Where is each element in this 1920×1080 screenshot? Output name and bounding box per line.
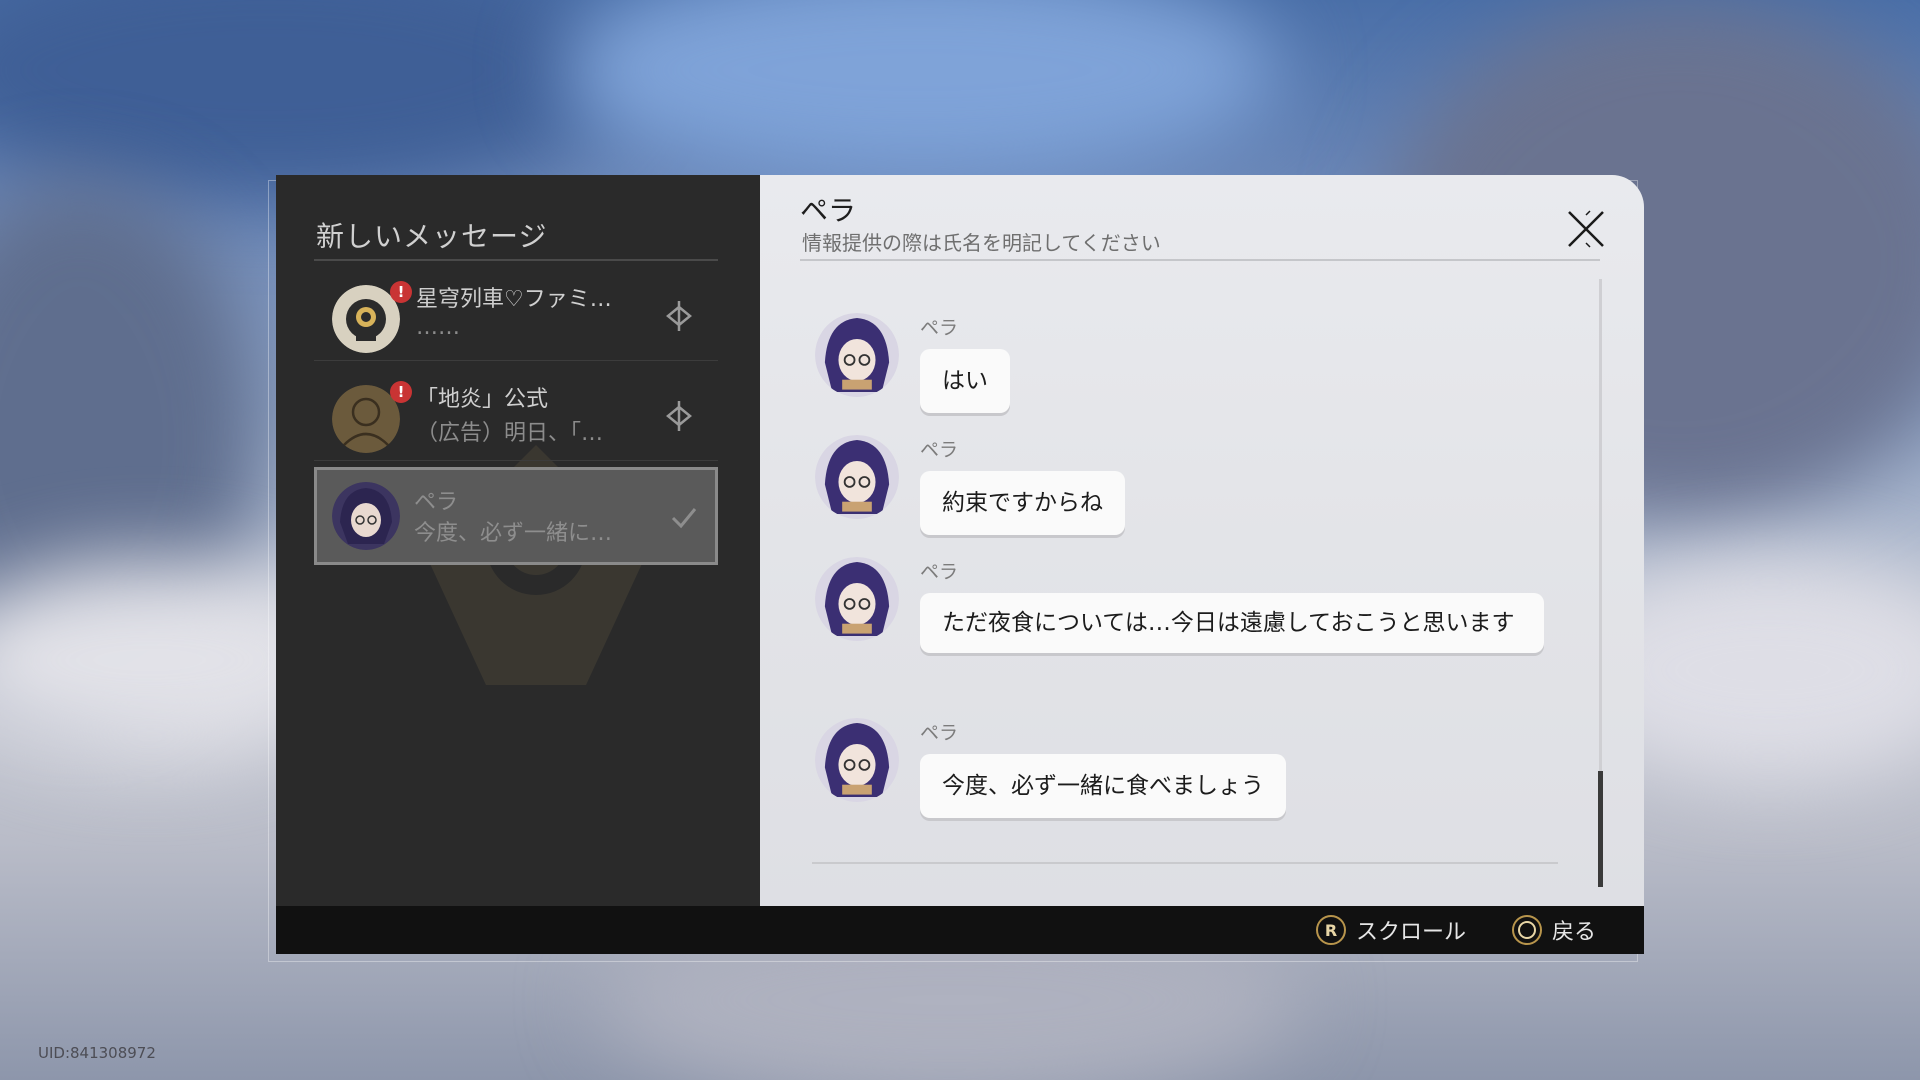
sender-name: ペラ (920, 439, 959, 461)
contact-name: 星穹列車♡ファミ… (416, 287, 612, 312)
scrollbar-thumb[interactable] (1598, 771, 1603, 887)
sender-name: ペラ (920, 722, 959, 744)
divider (314, 259, 718, 261)
pending-icon (666, 301, 692, 331)
sender-avatar (815, 313, 899, 397)
sender-name: ペラ (920, 317, 959, 339)
unread-badge: ! (390, 381, 412, 403)
sender-avatar (815, 557, 899, 641)
divider (800, 259, 1600, 261)
character-portrait-icon (815, 718, 899, 802)
scroll-label: スクロール (1356, 920, 1467, 945)
character-portrait-icon (815, 557, 899, 641)
character-portrait-icon (815, 435, 899, 519)
pending-icon (666, 401, 692, 431)
contact-name: ペラ (414, 490, 459, 515)
sender-avatar (815, 718, 899, 802)
sidebar-title: 新しいメッセージ (316, 220, 548, 253)
check-icon (671, 508, 697, 529)
divider (812, 862, 1558, 864)
back-button[interactable]: 戻る (1512, 912, 1596, 948)
contact-preview: （広告）明日、「… (416, 421, 604, 446)
contact-item[interactable]: ! 「地炎」公式 （広告）明日、「… (314, 365, 718, 461)
close-icon[interactable] (1566, 209, 1606, 249)
contact-sidebar: 新しいメッセージ ! 星穹列車♡ファミ… …… ! 「地炎」公式 （広告）明日、… (276, 175, 760, 906)
message-bubble: ただ夜食については…今日は遠慮しておこうと思います (920, 593, 1544, 653)
avatar (332, 482, 400, 550)
contact-name: 「地炎」公式 (416, 387, 549, 412)
unread-badge: ! (390, 281, 412, 303)
controls-footer: R スクロール 戻る (276, 906, 1644, 954)
sender-avatar (815, 435, 899, 519)
uid-label: UID:841308972 (38, 1044, 156, 1062)
back-label: 戻る (1552, 920, 1597, 945)
message-bubble: はい (920, 349, 1010, 413)
scroll-hint[interactable]: R スクロール (1316, 912, 1466, 948)
chat-panel: ペラ 情報提供の際は氏名を明記してください ペラ はい ペラ 約束ですからね ペ… (760, 175, 1644, 906)
character-portrait-icon (815, 313, 899, 397)
chat-subtitle: 情報提供の際は氏名を明記してください (802, 231, 1161, 255)
contact-preview: …… (416, 315, 460, 340)
r-stick-icon: R (1316, 915, 1346, 945)
character-portrait-icon (332, 482, 400, 550)
contact-preview: 今度、必ず一緒に… (414, 521, 613, 546)
message-bubble: 今度、必ず一緒に食べましょう (920, 754, 1286, 818)
message-bubble: 約束ですからね (920, 471, 1125, 535)
chat-title: ペラ (800, 194, 857, 227)
sender-name: ペラ (920, 561, 959, 583)
circle-button-icon (1512, 915, 1542, 945)
contact-item-selected[interactable]: ペラ 今度、必ず一緒に… (314, 467, 718, 565)
contact-item[interactable]: ! 星穹列車♡ファミ… …… (314, 265, 718, 361)
